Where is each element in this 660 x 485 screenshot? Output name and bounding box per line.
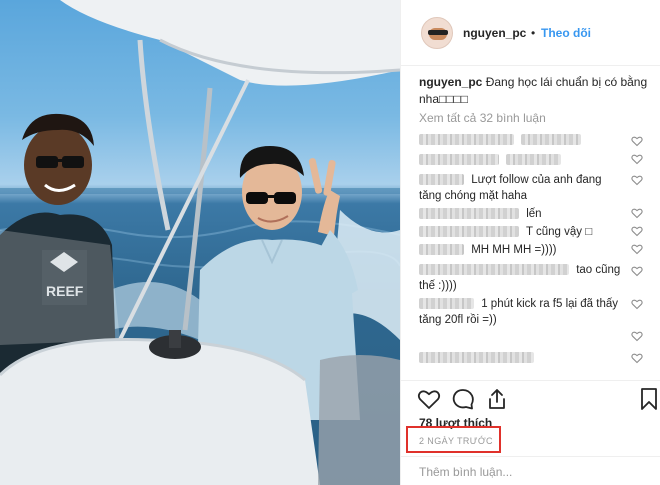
post-action-bar bbox=[401, 380, 660, 414]
comment-item: tao cũng thế :)))) bbox=[419, 262, 624, 294]
author-username[interactable]: nguyen_pc bbox=[463, 26, 526, 40]
comment-item bbox=[419, 350, 624, 366]
comment-like-heart-icon[interactable] bbox=[631, 352, 643, 364]
post-caption: nguyen_pc Đang học lái chuẩn bị có bằng … bbox=[419, 74, 649, 108]
redacted-text bbox=[419, 154, 499, 166]
comment-item: Lượt follow của anh đang tăng chóng mặt … bbox=[419, 172, 624, 204]
post-side-panel: nguyen_pc • Theo dõi nguyen_pc Đang học … bbox=[400, 0, 660, 485]
comment-item: lến bbox=[419, 206, 624, 222]
comment-text: MH MH MH =)))) bbox=[471, 244, 557, 256]
comment-like-heart-icon[interactable] bbox=[631, 153, 643, 165]
comment-like-heart-icon[interactable] bbox=[631, 225, 643, 237]
post-header: nguyen_pc • Theo dõi bbox=[401, 0, 660, 66]
redacted-text bbox=[419, 226, 519, 238]
comment-item: MH MH MH =)))) bbox=[419, 242, 624, 258]
view-all-comments-link[interactable]: Xem tất cả 32 bình luận bbox=[419, 111, 546, 125]
comment-icon[interactable] bbox=[451, 387, 475, 411]
comment-like-heart-icon[interactable] bbox=[631, 265, 643, 277]
comment-like-heart-icon[interactable] bbox=[631, 298, 643, 310]
heart-icon[interactable] bbox=[417, 387, 441, 411]
avatar[interactable] bbox=[421, 17, 453, 49]
post-photo[interactable]: REEF bbox=[0, 0, 400, 485]
comment-like-heart-icon[interactable] bbox=[631, 243, 643, 255]
comment-item: 1 phút kick ra f5 lại đã thấy tăng 20fl … bbox=[419, 296, 624, 328]
redacted-text bbox=[506, 154, 562, 166]
comment-like-heart-icon[interactable] bbox=[631, 207, 643, 219]
redacted-text bbox=[419, 264, 569, 276]
redacted-text bbox=[419, 352, 534, 364]
boat-scene-illustration: REEF bbox=[0, 0, 400, 485]
separator-dot: • bbox=[531, 26, 536, 40]
add-comment-input[interactable] bbox=[419, 463, 644, 481]
comment-like-heart-icon[interactable] bbox=[631, 135, 643, 147]
timestamp-highlight-box bbox=[406, 426, 501, 453]
redacted-username bbox=[419, 174, 464, 186]
redacted-text bbox=[521, 134, 582, 146]
redacted-username bbox=[419, 298, 474, 310]
comment-item: T cũng vậy □ bbox=[419, 224, 624, 240]
redacted-username bbox=[419, 244, 464, 256]
comment-text: T cũng vậy □ bbox=[526, 226, 593, 238]
avatar-sunglasses bbox=[428, 30, 448, 35]
share-icon[interactable] bbox=[485, 387, 509, 411]
bookmark-icon[interactable] bbox=[637, 387, 660, 411]
follow-button[interactable]: Theo dõi bbox=[541, 26, 591, 40]
redacted-text bbox=[419, 134, 514, 146]
comment-item bbox=[419, 132, 624, 148]
comment-item bbox=[419, 152, 624, 168]
redacted-text bbox=[419, 208, 519, 220]
comment-like-heart-icon[interactable] bbox=[631, 174, 643, 186]
comment-like-heart-icon[interactable] bbox=[631, 330, 643, 342]
comment-text: lến bbox=[526, 208, 542, 220]
caption-author[interactable]: nguyen_pc bbox=[419, 75, 482, 89]
add-comment-bar bbox=[401, 456, 660, 485]
